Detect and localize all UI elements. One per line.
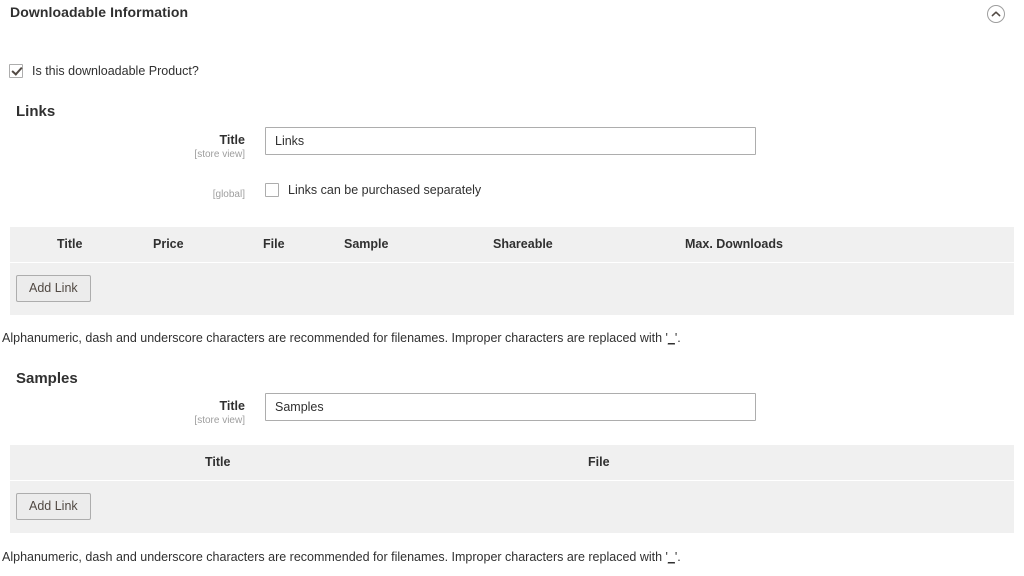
links-purchase-separately-label: Links can be purchased separately xyxy=(288,183,482,197)
links-column-title: Title xyxy=(57,237,83,251)
samples-title-input[interactable] xyxy=(265,393,756,421)
links-purchase-separately-control[interactable]: Links can be purchased separately xyxy=(265,183,481,197)
is-downloadable-product-checkbox[interactable] xyxy=(9,64,23,78)
is-downloadable-product-row[interactable]: Is this downloadable Product? xyxy=(9,64,199,78)
samples-heading: Samples xyxy=(16,370,78,387)
links-heading: Links xyxy=(16,103,56,120)
links-note-underscore: _ xyxy=(667,331,675,345)
links-purchase-separately-scope-group: [global] xyxy=(5,188,245,201)
samples-title-scope: [store view] xyxy=(194,415,245,426)
links-add-link-button[interactable]: Add Link xyxy=(16,275,91,302)
samples-note-underscore: _ xyxy=(667,550,675,564)
chevron-up-circle-icon[interactable] xyxy=(986,4,1006,24)
page-title: Downloadable Information xyxy=(10,4,189,20)
samples-title-label: Title xyxy=(219,399,245,413)
samples-table: Title File Add Link xyxy=(10,444,1014,533)
links-purchase-separately-checkbox[interactable] xyxy=(265,183,279,197)
links-title-label: Title xyxy=(219,133,245,147)
downloadable-information-panel: Downloadable Information Is this downloa… xyxy=(0,0,1024,576)
links-filename-note: Alphanumeric, dash and underscore charac… xyxy=(2,331,681,345)
is-downloadable-product-label: Is this downloadable Product? xyxy=(32,64,199,78)
links-title-scope: [store view] xyxy=(194,149,245,160)
samples-note-suffix: '. xyxy=(674,550,681,564)
links-purchase-separately-scope: [global] xyxy=(212,189,245,200)
links-column-shareable: Shareable xyxy=(493,237,553,251)
links-note-prefix: Alphanumeric, dash and underscore charac… xyxy=(2,331,668,345)
samples-table-body: Add Link xyxy=(10,481,1014,533)
links-column-max-downloads: Max. Downloads xyxy=(685,237,783,251)
links-column-sample: Sample xyxy=(344,237,389,251)
links-table: Title Price File Sample Shareable Max. D… xyxy=(10,226,1014,315)
links-column-price: Price xyxy=(153,237,184,251)
links-title-label-group: Title [store view] xyxy=(5,133,245,161)
links-title-input[interactable] xyxy=(265,127,756,155)
samples-title-label-group: Title [store view] xyxy=(5,399,245,427)
samples-filename-note: Alphanumeric, dash and underscore charac… xyxy=(2,550,681,564)
samples-note-prefix: Alphanumeric, dash and underscore charac… xyxy=(2,550,668,564)
samples-column-title: Title xyxy=(205,455,231,469)
links-column-file: File xyxy=(263,237,285,251)
samples-add-link-button[interactable]: Add Link xyxy=(16,493,91,520)
links-table-header-row: Title Price File Sample Shareable Max. D… xyxy=(10,227,1014,263)
links-note-suffix: '. xyxy=(674,331,681,345)
links-table-body: Add Link xyxy=(10,263,1014,315)
samples-column-file: File xyxy=(588,455,610,469)
samples-table-header-row: Title File xyxy=(10,445,1014,481)
section-header: Downloadable Information xyxy=(0,0,1024,30)
